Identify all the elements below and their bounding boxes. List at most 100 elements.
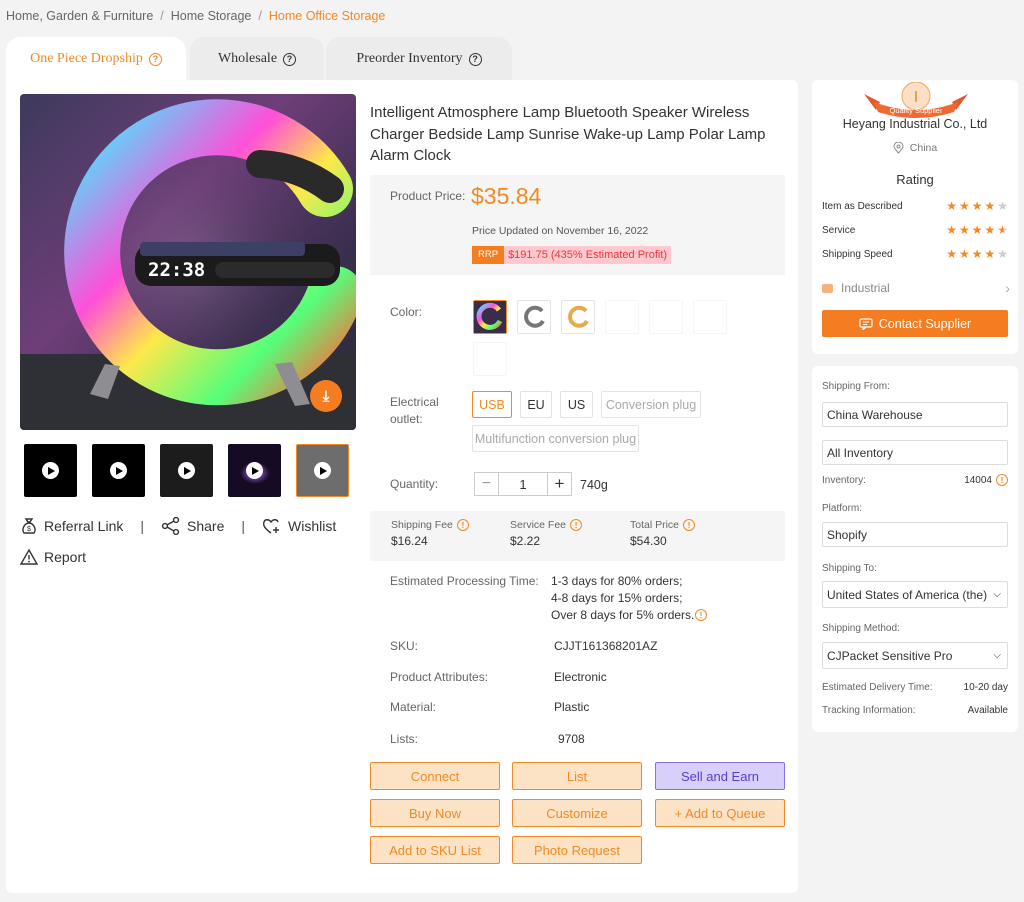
location-text: China: [909, 142, 938, 154]
breadcrumb-current[interactable]: Home Office Storage: [269, 9, 386, 23]
tab-preorder-inventory[interactable]: Preorder Inventory ?: [326, 37, 512, 81]
shipping-to-select[interactable]: United States of America (the) ⌵: [822, 581, 1008, 608]
info-icon[interactable]: !: [456, 519, 469, 531]
star-rating: ★★★★★: [946, 199, 1010, 213]
tracking-value: Available: [967, 705, 1008, 716]
image-search-icon[interactable]: ⤓: [310, 380, 342, 412]
supplier-category-link[interactable]: Industrial ›: [822, 280, 1010, 296]
help-icon[interactable]: ?: [283, 52, 297, 66]
shipping-from-select[interactable]: China Warehouse: [822, 402, 1008, 427]
outlet-option-us[interactable]: US: [560, 391, 593, 418]
referral-link[interactable]: $ Referral Link: [20, 517, 123, 535]
info-icon[interactable]: !: [996, 474, 1008, 486]
list-button[interactable]: List: [512, 762, 642, 790]
shipping-method-value: CJPacket Sensitive Pro: [827, 648, 953, 663]
color-swatch-disabled[interactable]: [473, 342, 507, 376]
color-swatch-disabled[interactable]: [693, 300, 727, 334]
supplier-card: I Quality Supplier Heyang Industrial Co.…: [812, 80, 1018, 354]
breadcrumb-item-1[interactable]: Home, Garden & Furniture: [6, 9, 153, 23]
buy-now-button[interactable]: Buy Now: [370, 799, 500, 827]
outlet-label: Electrical outlet:: [390, 395, 439, 426]
lamp-thumb: [474, 301, 506, 333]
help-icon[interactable]: ?: [468, 52, 482, 66]
info-icon[interactable]: !: [683, 519, 696, 531]
color-swatch[interactable]: [561, 300, 595, 334]
connect-button[interactable]: Connect: [370, 762, 500, 790]
tab-one-piece-dropship[interactable]: One Piece Dropship ?: [6, 37, 186, 81]
product-actions: $ Referral Link | Share | Wishlist Repor…: [20, 516, 336, 578]
breadcrumb-sep: /: [160, 9, 164, 23]
photo-request-button[interactable]: Photo Request: [512, 836, 642, 864]
info-icon[interactable]: !: [570, 519, 583, 531]
badge-letter: I: [914, 89, 918, 106]
product-main-image[interactable]: 22:38 ⤓: [20, 94, 356, 430]
fee-summary: Shipping Fee! $16.24 Service Fee! $2.22 …: [370, 511, 785, 561]
shipping-method-select[interactable]: CJPacket Sensitive Pro ⌵: [822, 642, 1008, 669]
rating-service: Service ★★★★★: [822, 223, 1010, 237]
color-swatch-disabled[interactable]: [605, 300, 639, 334]
thumbnail-video[interactable]: [228, 444, 281, 497]
product-weight: 740g: [580, 478, 608, 492]
inventory-select[interactable]: All Inventory: [822, 440, 1008, 465]
outlet-option-conversion[interactable]: Conversion plug: [601, 391, 701, 418]
wishlist-link[interactable]: Wishlist: [262, 517, 336, 535]
share-icon: [161, 517, 180, 535]
info-icon[interactable]: !: [695, 609, 707, 621]
breadcrumb-item-2[interactable]: Home Storage: [171, 9, 252, 23]
outlet-option-eu[interactable]: EU: [520, 391, 552, 418]
rating-label: Shipping Speed: [822, 248, 893, 260]
supplier-name[interactable]: Heyang Industrial Co., Ltd: [812, 117, 1018, 131]
heart-plus-icon: [263, 519, 280, 534]
help-icon[interactable]: ?: [148, 52, 162, 66]
total-price-value: $54.30: [630, 534, 667, 548]
sell-and-earn-button[interactable]: Sell and Earn: [655, 762, 785, 790]
report-link[interactable]: Report: [20, 548, 86, 566]
price-label: Product Price:: [390, 189, 466, 203]
product-panel: 22:38 ⤓ $ Referral Link | Share | Wishli…: [6, 80, 798, 893]
rating-item-described: Item as Described ★★★★★: [822, 199, 1010, 213]
shipping-to-label: Shipping To:: [822, 563, 877, 574]
tab-wholesale[interactable]: Wholesale ?: [190, 37, 324, 81]
product-title: Intelligent Atmosphere Lamp Bluetooth Sp…: [370, 104, 766, 164]
inventory-value: 14004: [964, 474, 992, 486]
outlet-option-multifunction[interactable]: Multifunction conversion plug: [472, 425, 639, 452]
color-swatch-selected[interactable]: [473, 300, 507, 334]
processing-line-3: Over 8 days for 5% orders.: [551, 608, 695, 622]
material-value: Plastic: [554, 700, 590, 714]
increase-button[interactable]: +: [547, 473, 571, 495]
thumbnail-video[interactable]: [160, 444, 213, 497]
shipping-card: Shipping From: China Warehouse All Inven…: [812, 366, 1018, 732]
rrp-tag: RRP: [472, 246, 505, 264]
outlet-option-usb[interactable]: USB: [472, 391, 512, 418]
processing-label: Estimated Processing Time:: [390, 574, 539, 588]
thumbnail-video-selected[interactable]: [296, 444, 349, 497]
contact-supplier-button[interactable]: Contact Supplier: [822, 310, 1008, 337]
rating-label: Item as Described: [822, 200, 903, 212]
attributes-label: Product Attributes:: [390, 670, 489, 684]
service-fee: Service Fee! $2.22: [510, 519, 583, 548]
star-rating: ★★★★★: [946, 223, 1010, 237]
shipping-fee-label: Shipping Fee: [391, 519, 453, 531]
supplier-location: China: [812, 142, 1018, 154]
share-link[interactable]: Share: [161, 517, 224, 535]
chevron-right-icon: ›: [1005, 280, 1010, 296]
decrease-button[interactable]: −: [475, 473, 499, 495]
quality-supplier-badge: I Quality Supplier: [864, 82, 968, 118]
svg-text:$: $: [27, 526, 31, 533]
shipping-fee: Shipping Fee! $16.24: [391, 519, 469, 548]
quantity-input[interactable]: 1: [499, 473, 547, 495]
platform-select[interactable]: Shopify: [822, 522, 1008, 547]
color-swatch[interactable]: [517, 300, 551, 334]
add-to-queue-button[interactable]: + Add to Queue: [655, 799, 785, 827]
thumbnail-video[interactable]: [92, 444, 145, 497]
product-price: $35.84: [471, 183, 542, 209]
rrp-badge: RRP $191.75 (435% Estimated Profit): [472, 246, 672, 264]
tab-label: One Piece Dropship: [30, 51, 143, 66]
platform-value: Shopify: [827, 527, 868, 542]
inventory-label: Inventory:: [822, 474, 866, 486]
chat-icon: [859, 317, 873, 330]
add-to-sku-list-button[interactable]: Add to SKU List: [370, 836, 500, 864]
color-swatch-disabled[interactable]: [649, 300, 683, 334]
customize-button[interactable]: Customize: [512, 799, 642, 827]
thumbnail-video[interactable]: [24, 444, 77, 497]
